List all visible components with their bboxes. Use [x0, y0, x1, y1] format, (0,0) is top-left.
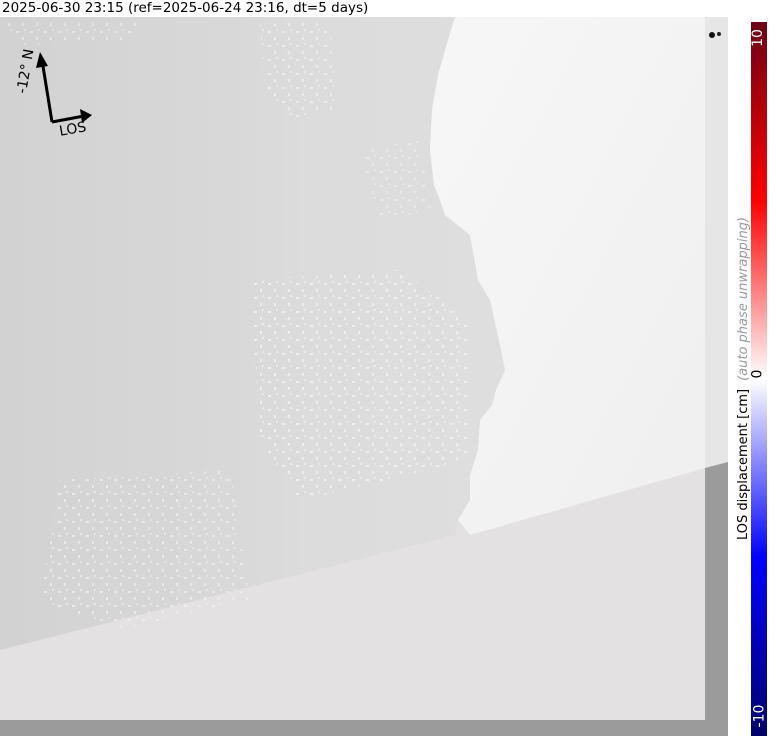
colorbar-note: (auto phase unwrapping) — [736, 216, 751, 381]
data-speck — [717, 32, 721, 36]
data-speck — [709, 32, 715, 38]
colorbar-max-wrap: 10 — [749, 22, 767, 52]
colorbar-mid-wrap: 0 — [749, 366, 767, 386]
colorbar-axis-text: LOS displacement [cm] (auto phase unwrapp… — [736, 217, 751, 540]
texture-noise — [40, 470, 250, 630]
displacement-map — [0, 17, 728, 736]
colorbar-mid-label: 0 — [749, 369, 766, 379]
texture-noise — [250, 270, 470, 500]
colorbar-axis-label: LOS displacement [cm] — [736, 388, 751, 540]
colorbar-min-wrap: -10 — [751, 700, 767, 730]
colorbar-max-label: 10 — [749, 29, 766, 47]
page-title: 2025-06-30 23:15 (ref=2025-06-24 23:16, … — [2, 0, 369, 16]
colorbar-min-label: -10 — [751, 704, 768, 728]
right-strip — [705, 17, 728, 468]
